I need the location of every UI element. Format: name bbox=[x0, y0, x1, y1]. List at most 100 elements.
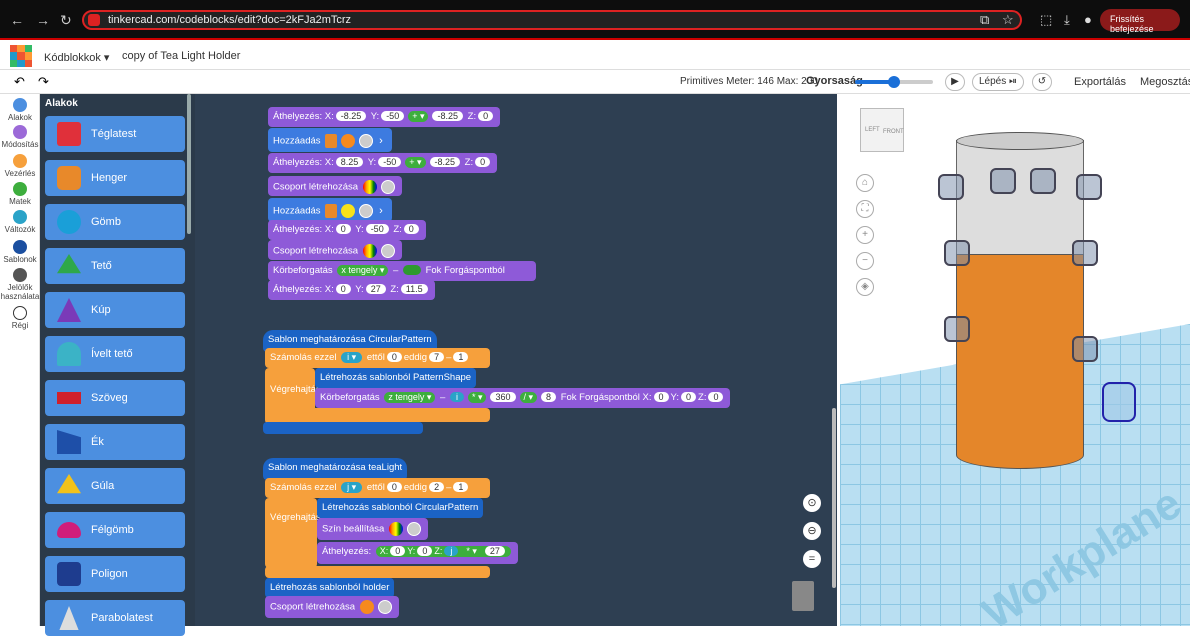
reload-icon[interactable]: ↻ bbox=[60, 12, 72, 29]
move-block[interactable]: Áthelyezés: X: -8.25 Y: -50 + ▾ -8.25 Z: 0 bbox=[268, 107, 501, 127]
block-box[interactable]: Téglatest bbox=[45, 116, 185, 152]
zoom-in-icon[interactable]: + bbox=[856, 226, 874, 244]
block-pyramid[interactable]: Gúla bbox=[45, 468, 185, 504]
z-value[interactable]: 0 bbox=[478, 111, 494, 121]
flyout-scrollbar[interactable] bbox=[187, 94, 191, 234]
cast-icon[interactable]: ⧉ bbox=[980, 12, 989, 28]
update-button[interactable]: Frissítés befejezése bbox=[1100, 9, 1180, 34]
add-block[interactable]: Hozzáadás › bbox=[268, 128, 392, 152]
create-circular-block[interactable]: Létrehozás sablonból CircularPattern bbox=[317, 498, 484, 518]
z-value[interactable]: 0 bbox=[475, 157, 491, 167]
for-loop-block[interactable]: Számolás ezzel j ▾ ettől 0 eddig 2–1 bbox=[265, 478, 490, 498]
mode-menu[interactable]: Kódblokkok ▾ bbox=[44, 51, 109, 64]
rotate-block[interactable]: Körbeforgatás z tengely ▾ – i * ▾ 360/ ▾ 8 … bbox=[315, 388, 731, 408]
3d-viewport[interactable]: Workplane LEFT FRONT ⌂ ⛶ + − ◈ bbox=[840, 94, 1190, 626]
group-block[interactable]: Csoport létrehozása bbox=[268, 176, 402, 196]
play-button[interactable]: ▶ bbox=[945, 73, 965, 91]
loop-var-dropdown[interactable]: i ▾ bbox=[341, 352, 363, 363]
transparent-icon[interactable] bbox=[377, 600, 392, 614]
category-markers[interactable]: Jelölők használata bbox=[0, 268, 40, 301]
address-bar[interactable]: tinkercad.com/codeblocks/edit?doc=2kFJa2… bbox=[82, 10, 1022, 30]
x-value[interactable]: 0 bbox=[335, 224, 351, 234]
group-block[interactable]: Csoport létrehozása bbox=[268, 240, 402, 260]
y-value[interactable]: 27 bbox=[365, 284, 386, 294]
forward-icon[interactable]: → bbox=[36, 12, 50, 28]
yellow-swatch[interactable] bbox=[341, 204, 356, 218]
to-value[interactable]: 7 bbox=[429, 352, 445, 362]
y-value[interactable]: -50 bbox=[378, 157, 402, 167]
block-cylinder[interactable]: Henger bbox=[45, 160, 185, 196]
degrees-value[interactable]: 360 bbox=[490, 392, 516, 402]
z-value[interactable]: 0 bbox=[708, 392, 724, 402]
angle-value[interactable]: 90 bbox=[402, 265, 421, 275]
move-block[interactable]: Áthelyezés: X: 8.25 Y: -50 + ▾ -8.25 Z: 0 bbox=[268, 153, 498, 173]
i-variable[interactable]: i bbox=[449, 392, 464, 402]
category-math[interactable]: Matek bbox=[0, 182, 40, 206]
x-value[interactable]: 0 bbox=[335, 284, 351, 294]
zoom-out-icon[interactable]: ⊖ bbox=[803, 522, 821, 540]
plus-operator[interactable]: + ▾ bbox=[408, 111, 429, 122]
set-color-block[interactable]: Szín beállítása bbox=[317, 518, 428, 540]
y-value[interactable]: -50 bbox=[365, 224, 389, 234]
multicolor-icon[interactable] bbox=[362, 180, 377, 194]
move-block[interactable]: Áthelyezés: X: 0 Y: 0 Z: j * ▾ 27 bbox=[317, 542, 518, 564]
y-value[interactable]: -50 bbox=[381, 111, 405, 121]
loop-var-dropdown[interactable]: j ▾ bbox=[341, 482, 363, 493]
x-value[interactable]: -8.25 bbox=[335, 111, 367, 121]
z-value[interactable]: 0 bbox=[403, 224, 419, 234]
fit-view-icon[interactable]: ⛶ bbox=[856, 200, 874, 218]
category-shapes[interactable]: Alakok bbox=[0, 98, 40, 122]
step-value[interactable]: 1 bbox=[453, 352, 469, 362]
block-sphere[interactable]: Gömb bbox=[45, 204, 185, 240]
plus-operator[interactable]: + ▾ bbox=[405, 157, 426, 168]
axis-dropdown[interactable]: z tengely ▾ bbox=[384, 392, 436, 403]
star-icon[interactable]: ☆ bbox=[1002, 12, 1014, 28]
multicolor-icon[interactable] bbox=[362, 244, 377, 258]
rotate-block[interactable]: Körbeforgatás x tengely ▾ – 90 Fok Forgá… bbox=[268, 261, 537, 281]
multicolor-icon[interactable] bbox=[388, 522, 403, 536]
divide-operator[interactable]: / ▾ bbox=[519, 392, 538, 403]
block-text[interactable]: Szöveg bbox=[45, 380, 185, 416]
workspace-scrollbar[interactable] bbox=[832, 408, 836, 588]
divisor-value[interactable]: 8 bbox=[541, 392, 557, 402]
z-offset-value[interactable]: -8.25 bbox=[432, 111, 463, 121]
transparent-icon[interactable] bbox=[406, 522, 421, 536]
chevron-right-icon[interactable]: › bbox=[379, 135, 383, 147]
trash-icon[interactable] bbox=[792, 581, 814, 611]
x-value[interactable]: 8.25 bbox=[335, 157, 364, 167]
profile-icon[interactable]: ● bbox=[1084, 12, 1092, 27]
block-cone[interactable]: Kúp bbox=[45, 292, 185, 328]
from-value[interactable]: 0 bbox=[386, 482, 402, 492]
define-tealight-block[interactable]: Sablon meghatározása teaLight bbox=[263, 458, 408, 480]
transparent-icon[interactable] bbox=[359, 204, 374, 218]
add-block[interactable]: Hozzáadás › bbox=[268, 198, 392, 222]
share-button[interactable]: Megosztás bbox=[1140, 76, 1190, 88]
category-legacy[interactable]: Régi bbox=[0, 306, 40, 330]
transparent-icon[interactable] bbox=[359, 134, 374, 148]
multiply-operator[interactable]: * ▾ bbox=[467, 392, 487, 403]
move-block[interactable]: Áthelyezés: X: 0 Y: -50 Z: 0 bbox=[268, 220, 426, 240]
undo-icon[interactable]: ↶ bbox=[14, 74, 25, 90]
y-value[interactable]: 0 bbox=[417, 546, 433, 556]
speed-knob[interactable] bbox=[888, 76, 900, 88]
create-from-pattern-block[interactable]: Létrehozás sablonból PatternShape bbox=[315, 368, 477, 388]
orange-swatch[interactable] bbox=[341, 134, 356, 148]
view-cube[interactable]: LEFT FRONT bbox=[860, 108, 904, 152]
z-offset-value[interactable]: -8.25 bbox=[429, 157, 461, 167]
j-variable[interactable]: j bbox=[444, 546, 459, 556]
block-paraboloid[interactable]: Parabolatest bbox=[45, 600, 185, 636]
zoom-reset-icon[interactable]: ⊙ bbox=[803, 494, 821, 512]
for-loop-block[interactable]: Számolás ezzel i ▾ ettől 0 eddig 7–1 bbox=[265, 348, 490, 368]
transparent-icon[interactable] bbox=[380, 244, 395, 258]
move-block[interactable]: Áthelyezés: X: 0 Y: 27 Z: 11.5 bbox=[268, 280, 435, 300]
home-icon[interactable]: ⌂ bbox=[856, 174, 874, 192]
project-title[interactable]: copy of Tea Light Holder bbox=[122, 50, 240, 62]
category-variables[interactable]: Változók bbox=[0, 210, 40, 234]
from-value[interactable]: 0 bbox=[386, 352, 402, 362]
block-wedge[interactable]: Ék bbox=[45, 424, 185, 460]
perspective-icon[interactable]: ◈ bbox=[856, 278, 874, 296]
transparent-icon[interactable] bbox=[380, 180, 395, 194]
category-templates[interactable]: Sablonok bbox=[0, 240, 40, 264]
block-roof[interactable]: Tető bbox=[45, 248, 185, 284]
multiply-operator[interactable]: * ▾ bbox=[462, 546, 481, 557]
